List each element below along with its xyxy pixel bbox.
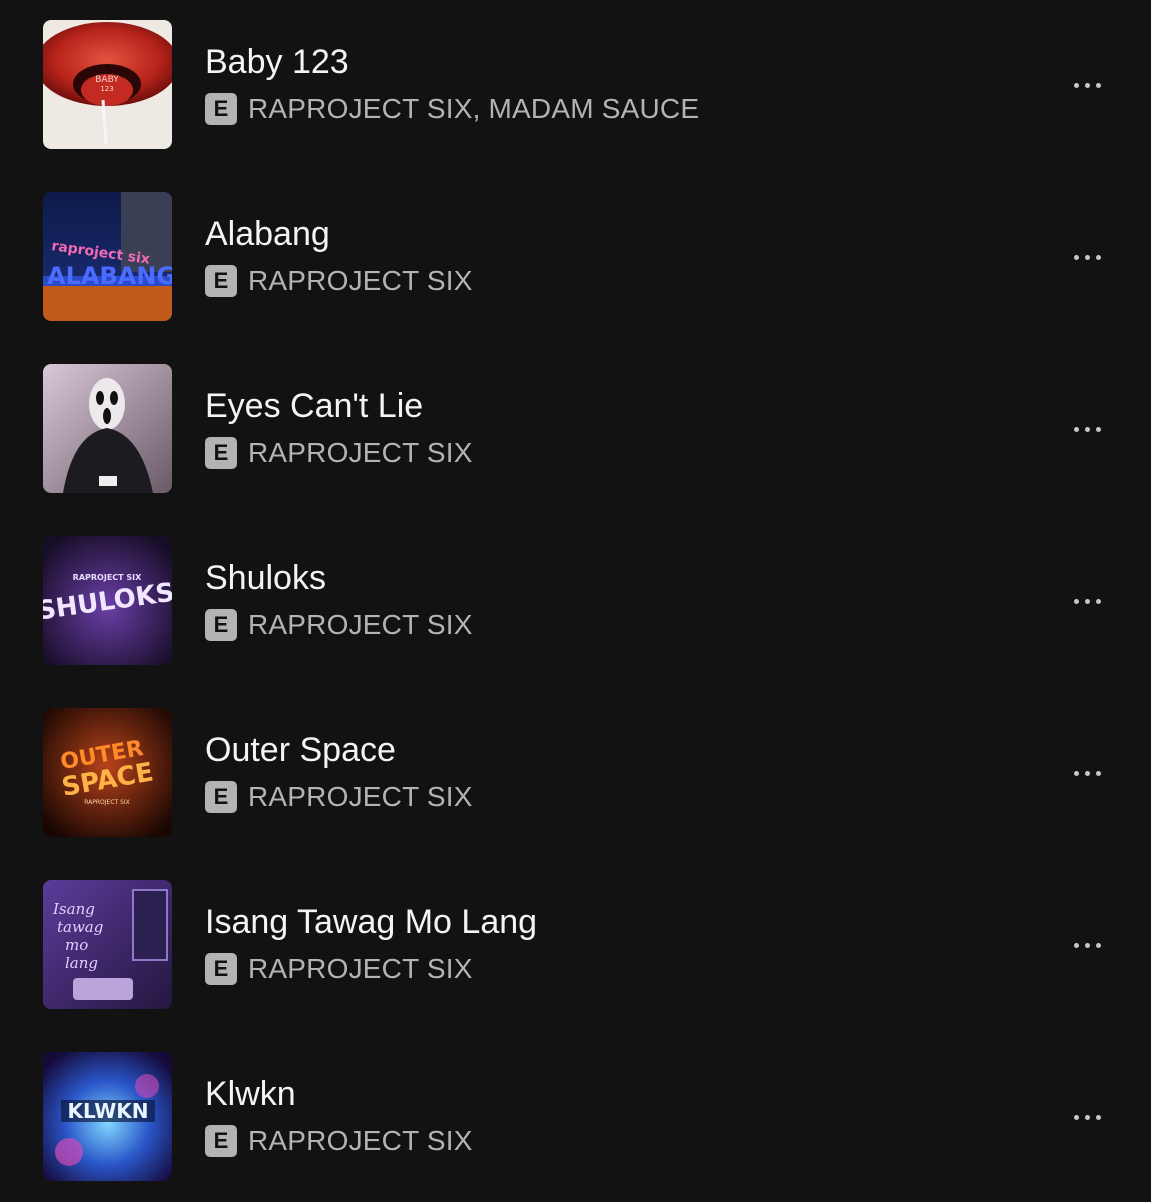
album-art-baby-123: BABY 123 <box>43 20 172 149</box>
more-options-icon <box>1073 942 1079 948</box>
album-art-eyes-cant-lie <box>43 364 172 493</box>
track-title: Eyes Can't Lie <box>205 387 424 425</box>
more-options-icon <box>1073 770 1079 776</box>
track-artists: RAPROJECT SIX <box>248 609 473 640</box>
track-artists: RAPROJECT SIX, MADAM SAUCE <box>248 93 700 124</box>
track-row[interactable]: raproject six ALABANG Alabang E RAPROJEC… <box>0 192 1151 342</box>
more-options-button[interactable] <box>1060 1100 1114 1134</box>
more-options-button[interactable] <box>1060 928 1114 962</box>
more-options-icon <box>1073 1114 1079 1120</box>
svg-text:tawag: tawag <box>57 918 103 936</box>
svg-text:lang: lang <box>65 954 98 972</box>
track-row[interactable]: OUTER SPACE RAPROJECT SIX Outer Space E … <box>0 708 1151 858</box>
track-row[interactable]: Isang tawag mo lang Isang Tawag Mo Lang … <box>0 880 1151 1030</box>
explicit-badge: E <box>205 1125 237 1157</box>
more-options-button[interactable] <box>1060 412 1114 446</box>
explicit-badge: E <box>205 437 237 469</box>
more-options-icon <box>1073 426 1079 432</box>
svg-text:123: 123 <box>100 85 113 93</box>
explicit-badge: E <box>205 93 237 125</box>
explicit-badge: E <box>205 265 237 297</box>
album-art-isang-tawag-mo-lang: Isang tawag mo lang <box>43 880 172 1009</box>
track-subtitle: E RAPROJECT SIX, MADAM SAUCE <box>205 92 699 126</box>
explicit-badge: E <box>205 953 237 985</box>
track-title: Klwkn <box>205 1075 296 1113</box>
album-art-klwkn: KLWKN <box>43 1052 172 1181</box>
album-art-outer-space: OUTER SPACE RAPROJECT SIX <box>43 708 172 837</box>
more-options-button[interactable] <box>1060 756 1114 790</box>
album-art-shuloks: RAPROJECT SIX SHULOKS <box>43 536 172 665</box>
explicit-badge: E <box>205 609 237 641</box>
track-title: Isang Tawag Mo Lang <box>205 903 538 941</box>
track-list: BABY 123 Baby 123 E RAPROJECT SIX, MADAM… <box>0 0 1151 1200</box>
track-title: Baby 123 <box>205 43 349 81</box>
track-subtitle: E RAPROJECT SIX <box>205 436 473 470</box>
track-artists: RAPROJECT SIX <box>248 781 473 812</box>
track-row[interactable]: RAPROJECT SIX SHULOKS Shuloks E RAPROJEC… <box>0 536 1151 686</box>
track-row[interactable]: KLWKN Klwkn E RAPROJECT SIX <box>0 1052 1151 1202</box>
more-options-icon <box>1073 254 1079 260</box>
track-title: Outer Space <box>205 731 396 769</box>
track-artists: RAPROJECT SIX <box>248 953 473 984</box>
more-options-button[interactable] <box>1060 584 1114 618</box>
track-artists: RAPROJECT SIX <box>248 265 473 296</box>
track-subtitle: E RAPROJECT SIX <box>205 1124 473 1158</box>
track-title: Shuloks <box>205 559 326 597</box>
album-art-alabang: raproject six ALABANG <box>43 192 172 321</box>
track-row[interactable]: BABY 123 Baby 123 E RAPROJECT SIX, MADAM… <box>0 20 1151 170</box>
track-subtitle: E RAPROJECT SIX <box>205 952 473 986</box>
svg-text:BABY: BABY <box>95 75 119 85</box>
more-options-icon <box>1073 598 1079 604</box>
explicit-badge: E <box>205 781 237 813</box>
svg-text:RAPROJECT SIX: RAPROJECT SIX <box>73 573 142 582</box>
track-subtitle: E RAPROJECT SIX <box>205 264 473 298</box>
track-subtitle: E RAPROJECT SIX <box>205 608 473 642</box>
more-options-button[interactable] <box>1060 240 1114 274</box>
track-artists: RAPROJECT SIX <box>248 1125 473 1156</box>
svg-text:RAPROJECT SIX: RAPROJECT SIX <box>84 799 130 806</box>
track-row[interactable]: Eyes Can't Lie E RAPROJECT SIX <box>0 364 1151 514</box>
more-options-button[interactable] <box>1060 68 1114 102</box>
more-options-icon <box>1073 82 1079 88</box>
svg-text:Isang: Isang <box>52 900 95 918</box>
track-title: Alabang <box>205 215 330 253</box>
track-subtitle: E RAPROJECT SIX <box>205 780 473 814</box>
track-artists: RAPROJECT SIX <box>248 437 473 468</box>
svg-text:ALABANG: ALABANG <box>47 262 172 290</box>
svg-text:KLWKN: KLWKN <box>68 1099 149 1123</box>
svg-text:mo: mo <box>65 936 88 954</box>
